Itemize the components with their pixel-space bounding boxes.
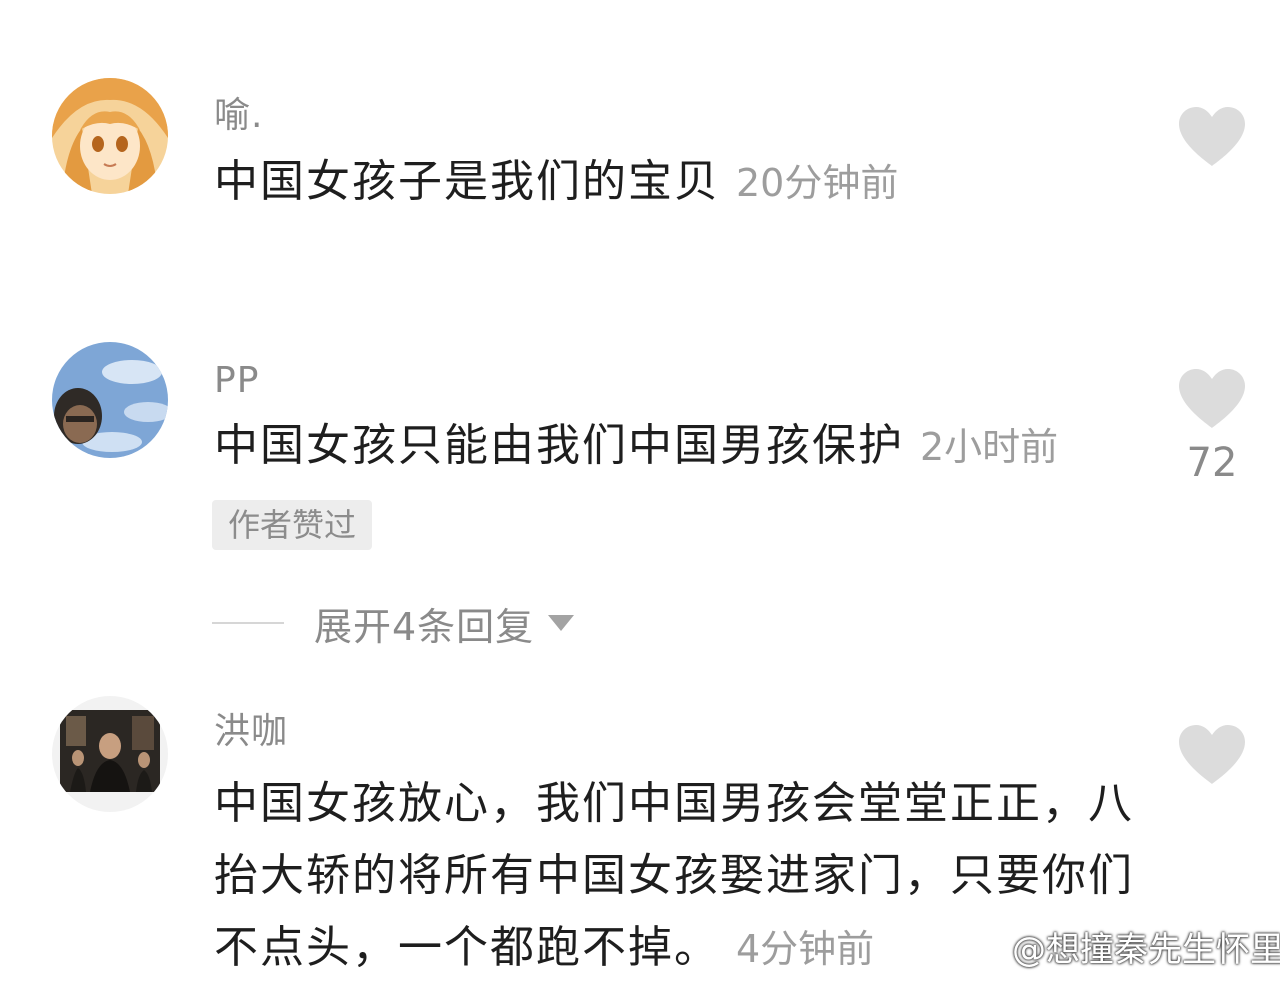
like-button[interactable] [1170, 106, 1254, 168]
like-button[interactable]: 72 [1170, 368, 1254, 486]
comment-time: 20分钟前 [736, 161, 899, 205]
watermark-text: @想撞秦先生怀里 [1012, 930, 1280, 970]
expand-replies-button[interactable]: 展开4条回复 [212, 597, 575, 649]
weibo-icon [958, 932, 1002, 965]
heart-icon [1179, 725, 1245, 784]
comment-text: 中国女孩子是我们的宝贝 20分钟前 [214, 146, 1134, 219]
comment-time: 2小时前 [920, 425, 1059, 469]
triangle-down-icon [548, 615, 575, 631]
anime-avatar-image [52, 78, 168, 194]
like-count: 72 [1186, 440, 1238, 486]
author-liked-badge: 作者赞过 [212, 500, 373, 550]
username[interactable]: 洪咖 [214, 702, 288, 754]
comment-text: 中国女孩只能由我们中国男孩保护 2小时前 [214, 410, 1134, 483]
heart-icon [1179, 369, 1245, 428]
sky-avatar-image [52, 342, 168, 458]
comment-time: 4分钟前 [736, 927, 875, 971]
comment-text-body: 中国女孩子是我们的宝贝 [214, 156, 720, 207]
heart-icon [1179, 107, 1245, 166]
weibo-watermark: @想撞秦先生怀里 [958, 922, 1280, 971]
username[interactable]: PP [214, 360, 259, 401]
like-button[interactable] [1170, 724, 1254, 786]
photo-avatar-image [52, 696, 168, 812]
comment-text-body: 中国女孩只能由我们中国男孩保护 [214, 420, 904, 471]
avatar[interactable] [52, 696, 168, 812]
expand-replies-label: 展开4条回复 [314, 604, 535, 649]
avatar[interactable] [52, 78, 168, 194]
divider-line [212, 622, 284, 624]
username[interactable]: 喻. [214, 86, 263, 138]
avatar[interactable] [52, 342, 168, 458]
